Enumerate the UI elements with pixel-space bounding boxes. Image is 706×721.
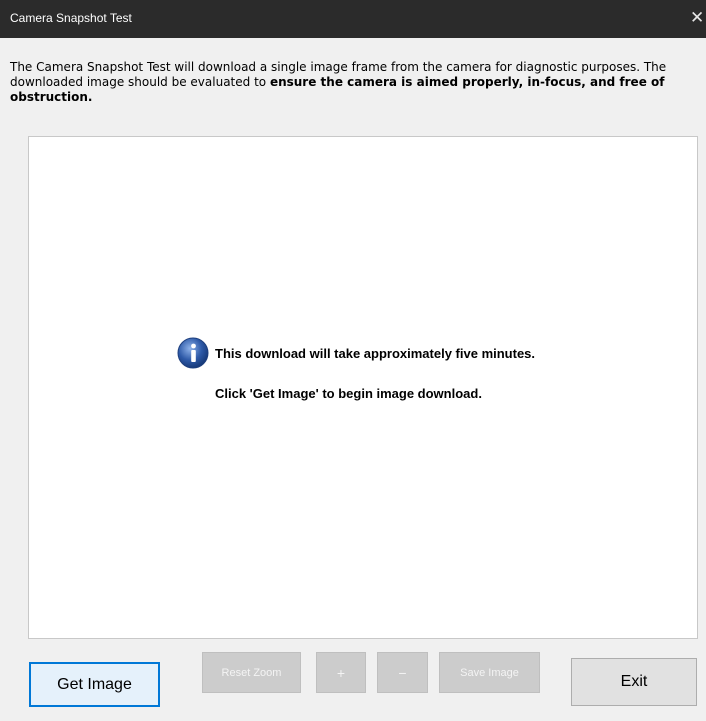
hint-message: Click 'Get Image' to begin image downloa… <box>215 386 482 401</box>
close-icon[interactable]: ✕ <box>690 8 706 28</box>
exit-button[interactable]: Exit <box>571 658 697 706</box>
info-message: This download will take approximately fi… <box>215 345 536 361</box>
reset-zoom-button[interactable]: Reset Zoom <box>202 652 301 693</box>
title-bar: Camera Snapshot Test ✕ <box>0 0 706 38</box>
description-text: The Camera Snapshot Test will download a… <box>10 60 698 105</box>
get-image-button[interactable]: Get Image <box>29 662 160 707</box>
image-viewer: This download will take approximately fi… <box>28 136 698 639</box>
save-image-button[interactable]: Save Image <box>439 652 540 693</box>
info-message-row: This download will take approximately fi… <box>177 337 535 369</box>
zoom-in-button[interactable]: + <box>316 652 366 693</box>
info-icon <box>177 337 209 369</box>
window-title: Camera Snapshot Test <box>10 11 132 25</box>
zoom-out-button[interactable]: − <box>377 652 428 693</box>
